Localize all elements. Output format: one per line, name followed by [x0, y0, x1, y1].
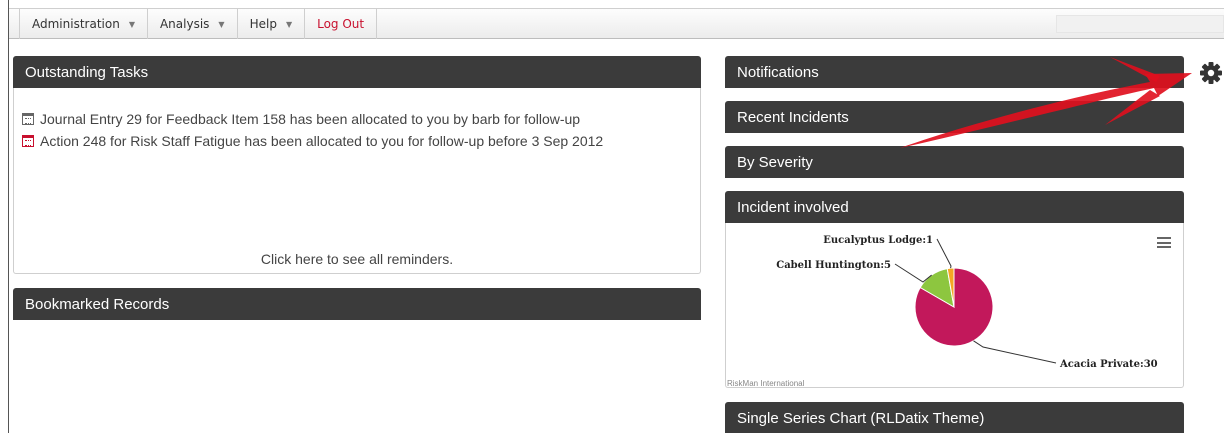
- menu-analysis[interactable]: Analysis ▼: [146, 9, 237, 39]
- task-list: Journal Entry 29 for Feedback Item 158 h…: [22, 108, 603, 152]
- search-box[interactable]: [1056, 15, 1224, 33]
- panel-title: Recent Incidents: [737, 108, 849, 126]
- caret-down-icon: ▼: [128, 19, 135, 29]
- task-item[interactable]: Journal Entry 29 for Feedback Item 158 h…: [22, 108, 603, 130]
- caret-down-icon: ▼: [285, 19, 293, 29]
- panel-title: Bookmarked Records: [25, 295, 170, 313]
- panel-title: Outstanding Tasks: [25, 63, 149, 81]
- menu-label: Help: [249, 17, 277, 31]
- menu-label: Analysis: [159, 17, 210, 31]
- panel-title: Single Series Chart (RLDatix Theme): [737, 409, 985, 427]
- menu-administration[interactable]: Administration ▼: [19, 9, 147, 39]
- menu-help[interactable]: Help ▼: [236, 9, 305, 39]
- menu-logout[interactable]: Log Out: [304, 9, 378, 39]
- panel-title: Notifications: [737, 63, 819, 81]
- panel-header-outstanding-tasks[interactable]: Outstanding Tasks: [13, 56, 701, 88]
- panel-header-incident-involved[interactable]: Incident involved: [725, 191, 1184, 223]
- panel-title: Incident involved: [737, 198, 849, 216]
- panel-header-recent-incidents[interactable]: Recent Incidents: [725, 101, 1184, 133]
- top-menu-bar: Administration ▼ Analysis ▼ Help ▼ Log O…: [9, 8, 1224, 39]
- panel-header-notifications[interactable]: Notifications: [725, 56, 1184, 88]
- pie-data-label: Eucalyptus Lodge:1: [823, 235, 933, 246]
- calendar-icon: [22, 113, 34, 125]
- pie-leader-line: [894, 263, 932, 283]
- panel-header-single-series-chart[interactable]: Single Series Chart (RLDatix Theme): [725, 402, 1184, 433]
- pie-data-label: Cabell Huntington:5: [776, 260, 891, 271]
- panel-title: By Severity: [737, 153, 813, 171]
- main-menu: Administration ▼ Analysis ▼ Help ▼ Log O…: [19, 9, 378, 39]
- task-item[interactable]: Action 248 for Risk Staff Fatigue has be…: [22, 130, 603, 152]
- pie-leader-line: [936, 238, 952, 269]
- pie-leader-line: [973, 340, 1057, 364]
- pie-data-label: Acacia Private:30: [1059, 359, 1158, 370]
- gear-icon[interactable]: [1198, 60, 1224, 86]
- chart-credit: RiskMan International: [727, 379, 805, 388]
- pie-chart: Acacia Private:30 Cabell Huntington:5 Euca…: [776, 235, 1158, 370]
- menu-label: Log Out: [317, 17, 365, 31]
- task-text: Action 248 for Risk Staff Fatigue has be…: [40, 133, 604, 149]
- panel-header-by-severity[interactable]: By Severity: [725, 146, 1184, 178]
- see-all-reminders-link[interactable]: Click here to see all reminders.: [14, 251, 700, 267]
- calendar-icon: [22, 135, 34, 147]
- menu-label: Administration: [32, 17, 120, 31]
- task-text: Journal Entry 29 for Feedback Item 158 h…: [40, 111, 581, 127]
- caret-down-icon: ▼: [218, 19, 225, 29]
- panel-header-bookmarked-records[interactable]: Bookmarked Records: [13, 288, 701, 320]
- page-border: [8, 0, 9, 433]
